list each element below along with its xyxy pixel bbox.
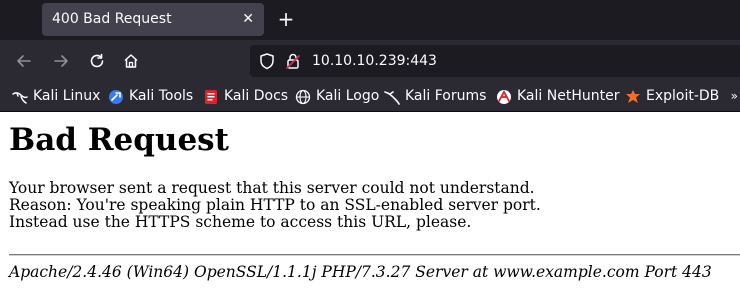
error-message: Your browser sent a request that this se… (9, 180, 541, 231)
tab-active[interactable]: 400 Bad Request ✕ (42, 3, 264, 36)
insecure-lock-icon[interactable] (284, 52, 302, 70)
bookmark-kali-logo[interactable]: Kali Logo (295, 82, 379, 111)
divider (9, 254, 740, 256)
bookmarks-toolbar: Kali Linux Kali Tools Kali Docs Kali Log… (0, 82, 740, 112)
kali-docs-icon (205, 89, 217, 104)
error-line-3: Instead use the HTTPS scheme to access t… (9, 213, 472, 231)
home-icon (124, 54, 138, 68)
page-content: Bad Request Your browser sent a request … (0, 112, 740, 297)
bookmark-label: Exploit-DB (646, 88, 720, 104)
kali-dragon-icon (12, 91, 28, 104)
bookmark-label: Kali Logo (316, 88, 380, 104)
reload-button[interactable] (86, 50, 108, 72)
tab-close-icon[interactable]: ✕ (242, 3, 254, 36)
bookmark-kali-tools[interactable]: Kali Tools (108, 82, 193, 111)
bookmark-kali-forums[interactable]: Kali Forums (384, 82, 486, 111)
back-arrow-icon (17, 55, 31, 67)
bookmark-label: Kali NetHunter (517, 88, 620, 104)
globe-icon (295, 89, 311, 104)
bookmark-label: Kali Forums (405, 88, 487, 104)
bookmark-kali-linux[interactable]: Kali Linux (12, 82, 100, 111)
page-heading: Bad Request (9, 122, 229, 158)
forward-button[interactable] (50, 50, 72, 72)
tracking-protection-shield-icon[interactable] (258, 52, 276, 70)
bookmarks-overflow-chevron-icon[interactable]: » (731, 82, 738, 111)
back-button[interactable] (13, 50, 35, 72)
exploit-db-icon (626, 89, 640, 103)
home-button[interactable] (120, 50, 142, 72)
error-line-1: Your browser sent a request that this se… (9, 179, 535, 197)
kali-tools-icon (109, 89, 123, 104)
bookmark-kali-docs[interactable]: Kali Docs (203, 82, 288, 111)
nav-bar: 10.10.10.239:443 (0, 40, 740, 82)
new-tab-button[interactable]: + (276, 8, 296, 30)
bookmark-label: Kali Linux (33, 88, 101, 104)
reload-icon (90, 53, 104, 68)
error-line-2: Reason: You're speaking plain HTTP to an… (9, 196, 541, 214)
server-signature: Apache/2.4.46 (Win64) OpenSSL/1.1.1j PHP… (9, 263, 712, 281)
nethunter-icon (497, 89, 511, 104)
tab-title: 400 Bad Request (52, 11, 172, 27)
forward-arrow-icon (54, 55, 68, 67)
browser-window: 400 Bad Request ✕ + 10.10.10.239:443 Kal… (0, 0, 740, 297)
address-bar[interactable]: 10.10.10.239:443 (250, 45, 740, 77)
bookmark-kali-nethunter[interactable]: Kali NetHunter (496, 82, 619, 111)
tab-strip: 400 Bad Request ✕ + (0, 0, 740, 40)
bookmark-label: Kali Tools (129, 88, 194, 104)
url-text[interactable]: 10.10.10.239:443 (312, 45, 437, 77)
bookmark-label: Kali Docs (224, 88, 289, 104)
kali-forums-icon (384, 90, 400, 105)
bookmark-exploit-db[interactable]: Exploit-DB (625, 82, 719, 111)
